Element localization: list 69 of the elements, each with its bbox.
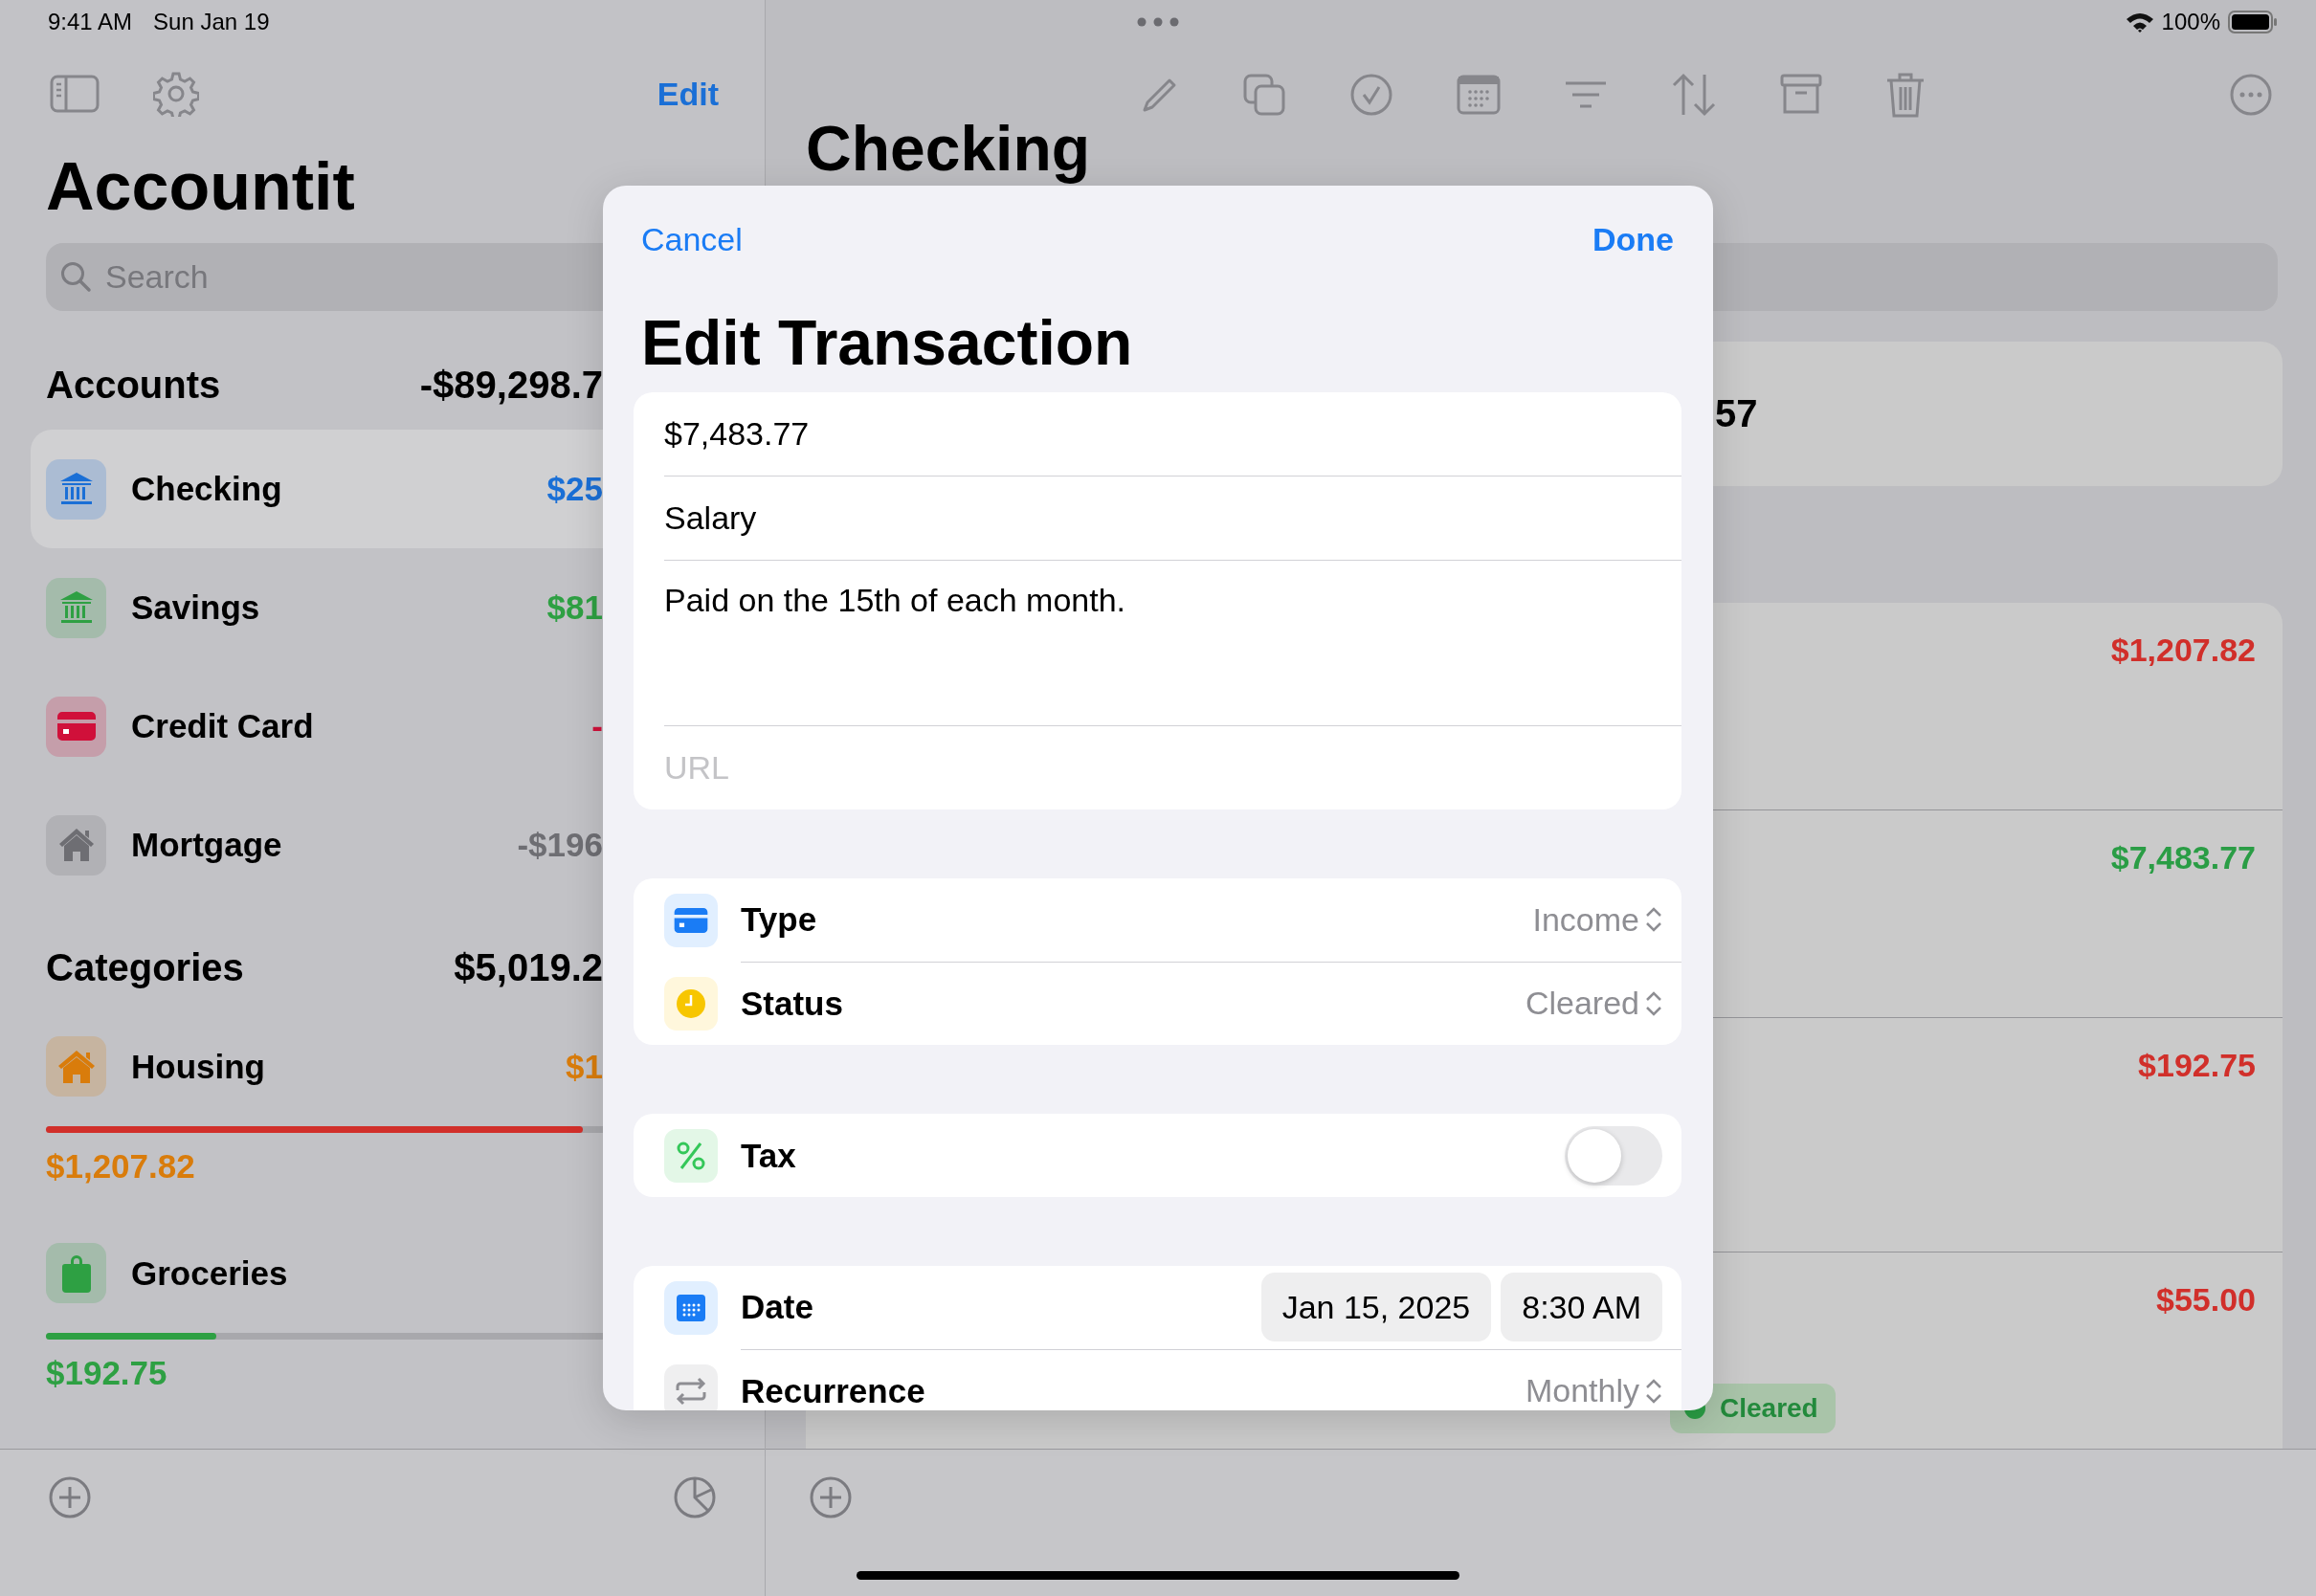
chevron-up-down-icon [1645, 906, 1662, 933]
recurrence-label: Recurrence [741, 1371, 925, 1410]
account-row[interactable]: Mortgage -$196 [31, 786, 603, 904]
section-title: Categories [46, 945, 244, 989]
account-row[interactable]: Savings $81 [31, 548, 603, 667]
time-picker[interactable]: 8:30 AM [1501, 1273, 1662, 1341]
account-row[interactable]: Credit Card - [31, 667, 603, 786]
section-total: $5,019.2 [454, 945, 603, 989]
wifi-icon [2125, 11, 2154, 33]
status-date: Sun Jan 19 [153, 9, 270, 35]
category-name: Groceries [131, 1253, 288, 1293]
account-row[interactable]: Checking $25 [31, 430, 603, 548]
clock-icon [676, 987, 706, 1019]
pie-chart-icon[interactable] [673, 1475, 717, 1519]
add-icon[interactable] [48, 1475, 92, 1519]
account-balance: $25 [546, 470, 603, 508]
date-picker[interactable]: Jan 15, 2025 [1260, 1273, 1492, 1341]
multitasking-dots-icon[interactable] [1137, 17, 1179, 27]
notes-field[interactable]: Paid on the 15th of each month. [664, 582, 1125, 619]
payee-field[interactable]: Salary [664, 499, 757, 537]
transaction-amount: $1,207.82 [2110, 632, 2256, 669]
archive-box-icon[interactable] [1780, 74, 1822, 116]
search-icon [59, 260, 92, 293]
account-balance: -$196 [517, 826, 603, 864]
transaction-amount: $55.00 [2156, 1281, 2256, 1319]
account-name: Checking [131, 470, 282, 508]
trash-icon[interactable] [1885, 72, 1926, 118]
sort-icon[interactable] [1671, 73, 1717, 117]
balance-amount: 57 [1715, 392, 1758, 435]
section-title: Accounts [46, 363, 221, 407]
section-total: -$89,298.7 [419, 363, 603, 407]
duplicate-icon[interactable] [1242, 73, 1286, 117]
account-title: Checking [806, 115, 1092, 182]
account-name: Credit Card [131, 707, 314, 745]
status-label: Status [741, 984, 843, 1023]
url-field[interactable]: URL [664, 749, 1238, 787]
filter-icon[interactable] [1564, 80, 1608, 109]
repeat-icon [675, 1376, 707, 1406]
sidebar-toggle-icon[interactable] [50, 75, 100, 113]
status-time: 9:41 AM [48, 9, 133, 35]
chevron-up-down-icon [1645, 989, 1662, 1017]
settings-icon[interactable] [153, 71, 199, 117]
account-balance: $81 [546, 588, 603, 627]
tax-label: Tax [741, 1136, 796, 1175]
transaction-amount: $7,483.77 [2110, 839, 2256, 876]
chevron-up-down-icon [1645, 1377, 1662, 1405]
account-name: Savings [131, 588, 260, 627]
amount-field[interactable]: $7,483.77 [664, 415, 810, 453]
tax-toggle[interactable] [1565, 1125, 1662, 1186]
app-title: Accountit [46, 148, 356, 226]
account-name: Mortgage [131, 826, 282, 864]
category-name: Housing [131, 1047, 265, 1086]
date-label: Date [741, 1288, 813, 1326]
category-budget: $1 [566, 1047, 603, 1086]
add-icon[interactable] [809, 1475, 853, 1519]
done-button[interactable]: Done [1592, 220, 1674, 258]
checkmark-circle-icon[interactable] [1349, 73, 1393, 117]
more-icon[interactable] [2229, 73, 2273, 117]
category-spent: $192.75 [46, 1353, 168, 1393]
calendar-icon [677, 1294, 705, 1321]
type-label: Type [741, 900, 817, 939]
battery-percent: 100% [2161, 9, 2220, 35]
battery-icon [2228, 11, 2278, 33]
transaction-amount: $192.75 [2138, 1047, 2256, 1084]
category-spent: $1,207.82 [46, 1146, 196, 1186]
percent-icon [676, 1140, 706, 1171]
account-balance: - [591, 707, 603, 745]
credit-card-icon [674, 907, 708, 933]
calendar-icon[interactable] [1457, 75, 1501, 115]
